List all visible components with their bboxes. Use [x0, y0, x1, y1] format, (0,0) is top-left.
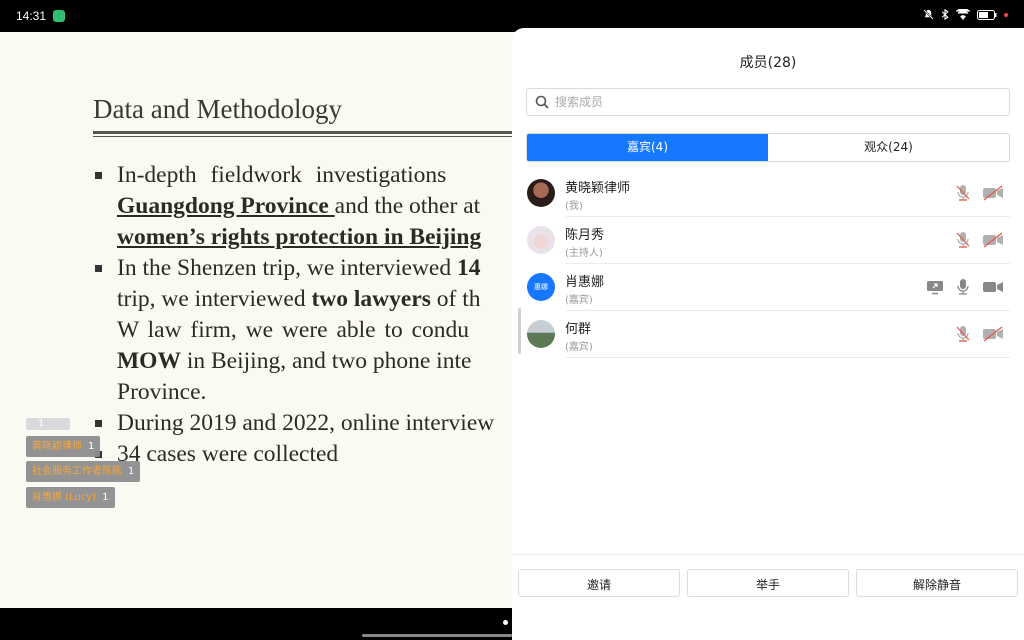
tab-guests[interactable]: 嘉宾(4)	[527, 134, 768, 161]
footer-divider	[512, 554, 1024, 555]
danmaku-text: 肖惠娜 (Lucy)	[32, 492, 97, 503]
member-row[interactable]: 黄晓颖律师 (我)	[512, 170, 1024, 217]
tab-audience[interactable]: 观众(24)	[768, 134, 1009, 161]
mic-muted-icon[interactable]	[956, 325, 970, 343]
danmaku-chip[interactable]: 1	[26, 418, 70, 430]
unmute-all-button[interactable]: 解除静音	[856, 569, 1018, 597]
bullet-line: During 2019 and 2022, online interview	[93, 408, 533, 439]
row-divider	[566, 357, 1010, 358]
bullet-line: women’s rights protection in Beijing	[93, 222, 533, 253]
member-row[interactable]: 陈月秀 (主持人)	[512, 217, 1024, 264]
camera-icon[interactable]	[982, 279, 1004, 295]
panel-title: 成员(28)	[739, 55, 797, 71]
recording-dot-icon	[1004, 12, 1008, 17]
mute-bell-icon	[923, 9, 934, 20]
member-role: (主持人)	[565, 248, 603, 259]
member-name: 肖惠娜	[565, 275, 605, 290]
danmaku-count: 1	[128, 466, 135, 477]
panel-footer: 邀请 举手 解除静音	[518, 569, 1018, 597]
avatar	[527, 320, 555, 348]
camera-off-icon[interactable]	[982, 185, 1004, 201]
member-role: (嘉宾)	[565, 295, 593, 306]
avatar	[527, 179, 555, 207]
bullet-line: In the Shenzen trip, we interviewed 14	[93, 253, 533, 284]
bullet-line: Province.	[93, 377, 533, 408]
screen-share-icon[interactable]	[926, 279, 944, 295]
bullet-line: 34 cases were collected	[93, 439, 533, 470]
bullet-text: In the Shenzen trip, we interviewed	[117, 255, 457, 281]
bullet-line: In-depth fieldwork investigations	[93, 160, 533, 191]
title-rule	[93, 131, 533, 134]
camera-off-icon[interactable]	[982, 326, 1004, 342]
bullet-marker	[95, 265, 102, 272]
app-notification-icon	[53, 10, 65, 22]
danmaku-text: 黄晓颖律师	[32, 441, 82, 452]
member-role: (我)	[565, 201, 583, 212]
danmaku-chip[interactable]: 肖惠娜 (Lucy) 1	[26, 487, 115, 508]
bullet-text: in Beijing, and two phone inte	[180, 348, 472, 374]
raise-hand-button[interactable]: 举手	[687, 569, 849, 597]
danmaku-count: 1	[38, 418, 45, 429]
member-search[interactable]	[526, 88, 1010, 116]
danmaku-chip[interactable]: 社会服务工作者陈陈 1	[26, 461, 141, 482]
avatar	[527, 226, 555, 254]
mic-muted-icon[interactable]	[956, 231, 970, 249]
mic-muted-icon[interactable]	[956, 184, 970, 202]
member-name: 黄晓颖律师	[565, 181, 631, 196]
bullet-line: Guangdong Province and the other at	[93, 191, 533, 222]
members-panel: 成员(28) 嘉宾(4) 观众(24) 黄晓颖律师 (我) 陈月秀 (主持人)	[512, 28, 1024, 640]
avatar: 惠娜	[527, 273, 555, 301]
invite-button[interactable]: 邀请	[518, 569, 680, 597]
member-name: 陈月秀	[565, 228, 605, 243]
status-time: 14:31	[16, 9, 47, 23]
slide-title: Data and Methodology	[93, 94, 342, 124]
bullet-text: During 2019 and 2022, online interview	[117, 410, 495, 436]
bluetooth-icon	[941, 9, 949, 20]
danmaku-count: 1	[88, 441, 95, 452]
bullet-text-bold: two lawyers	[311, 286, 431, 312]
member-tabs: 嘉宾(4) 观众(24)	[526, 133, 1010, 162]
status-icons	[923, 9, 1008, 20]
member-name: 何群	[565, 322, 592, 337]
bullet-marker	[95, 420, 102, 427]
mic-icon[interactable]	[956, 278, 970, 296]
bullet-text: and the other at	[334, 193, 481, 219]
bullet-text: 34 cases were collected	[117, 441, 339, 467]
title-rule-thin	[93, 136, 533, 137]
member-list: 黄晓颖律师 (我) 陈月秀 (主持人) 惠娜 肖惠娜 (嘉宾) 何群 (嘉宾)	[512, 170, 1024, 358]
slide-bullets: In-depth fieldwork investigations Guangd…	[93, 160, 533, 470]
search-icon	[535, 95, 549, 109]
bullet-text: W law firm, we were able to condu	[117, 317, 470, 343]
battery-icon	[977, 9, 997, 20]
bullet-text-underlined: women’s rights protection in Beijing	[117, 224, 482, 250]
bullet-text: trip, we interviewed	[117, 286, 312, 312]
page-indicator-dot	[503, 620, 508, 625]
member-row[interactable]: 何群 (嘉宾)	[512, 311, 1024, 358]
bullet-text-bold: 14	[456, 255, 481, 281]
bullet-text-underlined: Guangdong Province	[117, 193, 335, 219]
bullet-line: MOW in Beijing, and two phone inte	[93, 346, 533, 377]
bullet-text-bold: MOW	[117, 348, 181, 374]
member-role: (嘉宾)	[565, 342, 593, 353]
search-input[interactable]	[553, 91, 997, 113]
bullet-line: W law firm, we were able to condu	[93, 315, 533, 346]
camera-off-icon[interactable]	[982, 232, 1004, 248]
danmaku-text: 社会服务工作者陈陈	[32, 466, 122, 477]
bullet-text: Province.	[117, 379, 207, 405]
member-row[interactable]: 惠娜 肖惠娜 (嘉宾)	[512, 264, 1024, 311]
home-gesture-bar[interactable]	[362, 634, 512, 637]
bullet-text: of th	[430, 286, 481, 312]
bullet-marker	[95, 172, 102, 179]
danmaku-count: 1	[102, 492, 109, 503]
bullet-text: In-depth fieldwork investigations	[117, 162, 447, 188]
list-scrollbar[interactable]	[518, 308, 521, 354]
bullet-line: trip, we interviewed two lawyers of th	[93, 284, 533, 315]
wifi-icon	[956, 9, 970, 20]
danmaku-chip[interactable]: 黄晓颖律师 1	[26, 436, 101, 457]
